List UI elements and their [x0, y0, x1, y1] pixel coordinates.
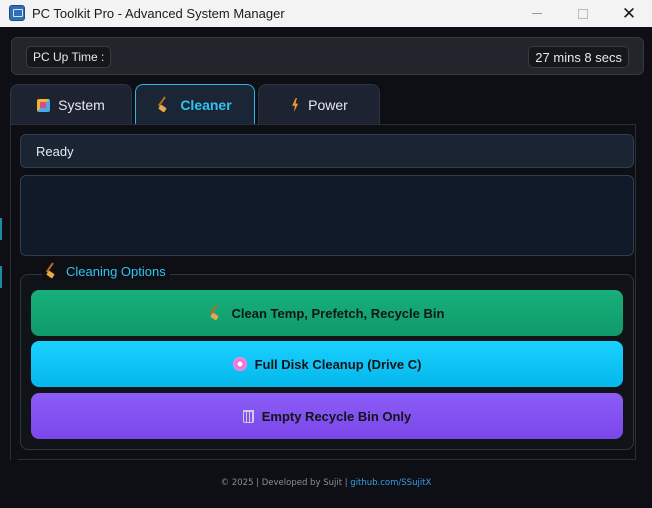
- uptime-panel: PC Up Time : 27 mins 8 secs: [11, 37, 644, 75]
- full-disk-cleanup-button[interactable]: Full Disk Cleanup (Drive C): [31, 341, 623, 387]
- uptime-value: 27 mins 8 secs: [528, 46, 629, 68]
- button-label: Empty Recycle Bin Only: [261, 408, 412, 424]
- footer-divider: [18, 459, 635, 460]
- tab-cleaner[interactable]: Cleaner: [135, 84, 255, 125]
- tab-system[interactable]: System: [10, 84, 132, 125]
- log-output[interactable]: [20, 175, 634, 256]
- tab-label: Cleaner: [180, 97, 232, 113]
- maximize-icon: [578, 8, 588, 19]
- cleaning-options-title: Cleaning Options: [66, 263, 166, 279]
- cleaning-options-legend: Cleaning Options: [42, 262, 170, 280]
- disk-icon: [232, 357, 247, 371]
- tab-power[interactable]: Power: [258, 84, 380, 125]
- lightning-icon: [290, 98, 300, 112]
- button-label: Clean Temp, Prefetch, Recycle Bin: [231, 305, 445, 321]
- minimize-icon: [532, 13, 542, 14]
- minimize-button[interactable]: [514, 0, 560, 27]
- button-label: Full Disk Cleanup (Drive C): [254, 356, 422, 372]
- close-button[interactable]: ✕: [606, 0, 652, 27]
- window-title: PC Toolkit Pro - Advanced System Manager: [32, 6, 285, 21]
- tab-label: Power: [308, 97, 348, 113]
- broom-icon: [46, 264, 60, 278]
- footer: © 2025 | Developed by Sujit | github.com…: [0, 478, 652, 492]
- maximize-button[interactable]: [560, 0, 606, 27]
- window-edge-accent: [0, 218, 2, 240]
- title-bar: PC Toolkit Pro - Advanced System Manager…: [0, 0, 652, 27]
- status-text: Ready: [36, 143, 74, 159]
- empty-recycle-bin-button[interactable]: Empty Recycle Bin Only: [31, 393, 623, 439]
- recycle-bin-icon: [242, 409, 254, 423]
- window-edge-accent: [0, 266, 2, 288]
- system-icon: [37, 98, 51, 112]
- footer-text: © 2025 | Developed by Sujit |: [220, 478, 351, 488]
- uptime-label: PC Up Time :: [26, 46, 112, 68]
- github-link[interactable]: github.com/SSujitX: [350, 478, 431, 488]
- broom-icon: [158, 98, 172, 112]
- clean-temp-button[interactable]: Clean Temp, Prefetch, Recycle Bin: [31, 290, 623, 336]
- broom-icon: [210, 306, 224, 320]
- status-bar: Ready: [20, 134, 634, 168]
- close-icon: ✕: [621, 4, 637, 23]
- tab-label: System: [58, 97, 105, 113]
- app-icon: [9, 5, 25, 21]
